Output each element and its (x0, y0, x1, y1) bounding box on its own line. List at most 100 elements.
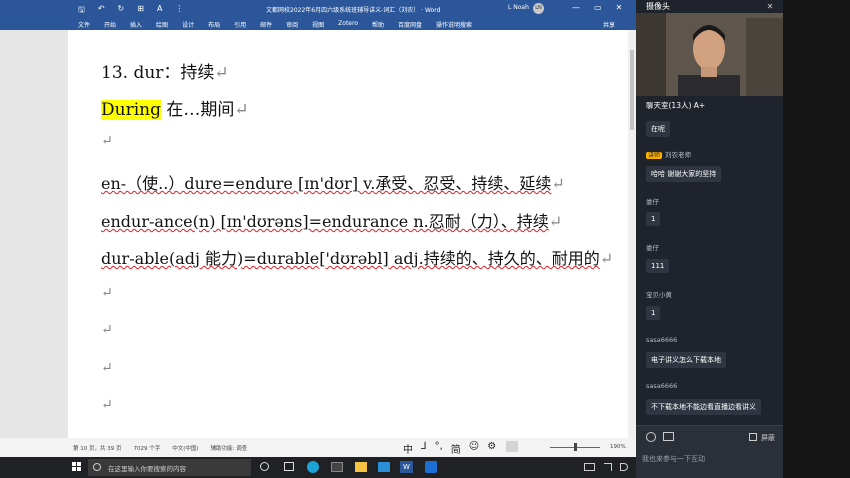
tell-me-search[interactable]: 操作说明搜索 (436, 20, 472, 29)
doc-line-heading: 13. dur：持续↵ (101, 63, 229, 83)
close-icon[interactable]: ✕ (616, 3, 623, 12)
tab-baidu[interactable]: 百度网盘 (398, 20, 422, 29)
windows-start-icon[interactable] (72, 462, 82, 472)
tab-layout[interactable]: 布局 (208, 20, 220, 29)
network-icon[interactable] (604, 463, 612, 471)
document-title: 文都网校2022年6月四六级系统班辅导讲义-词汇（刘农） · Word (266, 7, 441, 14)
word-taskbar-icon[interactable]: W (400, 461, 413, 473)
doc-line-durable: dur-able(adj 能力)=durable['dʊrəbl] adj.持续… (101, 249, 614, 268)
emoji-icon[interactable] (646, 432, 656, 442)
doc-line-empty: ↵ (101, 360, 113, 376)
word-count[interactable]: 7029 个字 (134, 444, 161, 452)
chat-message: 1 (646, 212, 661, 226)
quick-access-toolbar: 🖫 ↶ ↻ ⊞ A ⋮ (78, 4, 183, 18)
window-controls: — ▭ ✕ (572, 3, 622, 12)
tab-view[interactable]: 视图 (312, 20, 324, 29)
cortana-icon[interactable] (260, 462, 269, 471)
chat-message: 不下载本地不能边看直播边看讲义 (646, 399, 761, 415)
language-status[interactable]: 中文(中国) (172, 444, 198, 452)
doc-line-empty: ↵ (101, 285, 113, 301)
chat-message: 哈哈 谢谢大家的坚持 (646, 166, 722, 182)
ime-settings-icon[interactable]: ⚙ (487, 441, 496, 456)
block-checkbox[interactable] (749, 433, 757, 441)
tab-help[interactable]: 帮助 (372, 20, 384, 29)
chat-sender: 娄仔 (646, 244, 659, 252)
ime-chinese-icon[interactable]: 中 (403, 441, 413, 456)
chat-sender: sasa6666 (646, 382, 678, 390)
classroom-app-icon[interactable] (425, 461, 437, 473)
more-icon[interactable]: ⋮ (175, 4, 183, 18)
chat-sender: sasa6666 (646, 336, 678, 344)
taskbar-search-input[interactable]: 在这里输入你要搜索的内容 (88, 459, 251, 476)
image-icon[interactable] (663, 432, 674, 441)
user-name[interactable]: L Noah (508, 4, 529, 11)
teacher-badge: 讲师 (646, 152, 663, 159)
teacher-camera-feed (636, 13, 783, 96)
chat-message: 在呢 (646, 121, 670, 137)
ime-simplified-icon[interactable]: 简 (451, 441, 461, 456)
right-edge-panel (783, 0, 850, 478)
chat-room-header: 聊天室(13人) A+ (646, 101, 706, 110)
volume-icon[interactable] (620, 463, 628, 471)
ribbon-tabs: 文件 开始 插入 绘图 设计 布局 引用 邮件 审阅 视图 Zotero 帮助 … (0, 17, 636, 30)
doc-line-empty: ↵ (101, 322, 113, 338)
accessibility-status[interactable]: 辅助功能: 调查 (211, 444, 248, 452)
camera-panel-title: 摄像头 (646, 2, 670, 11)
ime-emoji-icon[interactable]: ☺ (469, 441, 479, 456)
tab-home[interactable]: 开始 (104, 20, 116, 29)
zoom-slider-knob[interactable] (574, 443, 577, 451)
tab-draw[interactable]: 绘图 (156, 20, 168, 29)
ime-punct-icon[interactable]: °, (435, 441, 443, 456)
undo-icon[interactable]: ↶ (98, 4, 105, 18)
store-icon[interactable] (331, 462, 343, 472)
chat-message: 电子讲义怎么下载本地 (646, 352, 726, 368)
highlighted-word: During (101, 100, 161, 120)
zoom-level[interactable]: 190% (610, 444, 626, 450)
document-page[interactable] (68, 30, 634, 438)
save-icon[interactable]: 🖫 (78, 4, 85, 18)
tab-design[interactable]: 设计 (182, 20, 194, 29)
minimize-icon[interactable]: — (572, 3, 580, 12)
word-window: 🖫 ↶ ↻ ⊞ A ⋮ 文都网校2022年6月四六级系统班辅导讲义-词汇（刘农）… (0, 0, 636, 457)
tab-mailings[interactable]: 邮件 (260, 20, 272, 29)
doc-line-during: During 在…期间↵ (101, 100, 249, 120)
page-count[interactable]: 第 10 页，共 39 页 (73, 444, 122, 452)
search-icon (93, 463, 101, 471)
redo-icon[interactable]: ↻ (118, 4, 125, 18)
doc-line-empty: ↵ (101, 397, 113, 413)
task-view-icon[interactable] (284, 462, 294, 471)
app-icon[interactable] (378, 462, 390, 472)
ime-moon-icon[interactable]: ⅃ (421, 441, 427, 456)
vertical-scrollbar[interactable] (628, 30, 636, 438)
font-icon[interactable]: A (157, 4, 162, 18)
doc-line-endure: en-（使..）dure=endure [ɪn'dʊr] v.承受、忍受、持续、… (101, 174, 565, 193)
edge-icon[interactable] (307, 461, 319, 473)
tab-zotero[interactable]: Zotero (338, 20, 358, 29)
doc-line-endurance: endur-ance(n) [ɪn'dʊrəns]=endurance n.忍耐… (101, 212, 563, 231)
tab-insert[interactable]: 插入 (130, 20, 142, 29)
share-button[interactable]: 共享 (603, 20, 615, 29)
tab-review[interactable]: 审阅 (286, 20, 298, 29)
user-avatar[interactable]: LN (533, 3, 544, 14)
status-bar: 第 10 页，共 39 页 7029 个字 中文(中国) 辅助功能: 调查 中 … (0, 438, 636, 457)
windows-taskbar: 在这里输入你要搜索的内容 W (0, 457, 636, 478)
maximize-icon[interactable]: ▭ (594, 3, 602, 12)
block-label: 屏蔽 (761, 434, 775, 442)
chat-sender: 娄仔 (646, 198, 659, 206)
chat-message: 1 (646, 306, 661, 320)
ime-toolbar: 中 ⅃ °, 简 ☺ ⚙ (403, 441, 496, 456)
keyboard-icon[interactable] (584, 463, 595, 471)
file-explorer-icon[interactable] (355, 462, 367, 472)
tab-file[interactable]: 文件 (78, 20, 90, 29)
tab-references[interactable]: 引用 (234, 20, 246, 29)
font-size-button[interactable]: A+ (694, 101, 705, 110)
chat-input[interactable]: 我也来参与一下互动 (642, 454, 705, 464)
word-titlebar: 🖫 ↶ ↻ ⊞ A ⋮ 文都网校2022年6月四六级系统班辅导讲义-词汇（刘农）… (0, 0, 636, 17)
chat-sender: 宝贝小黄 (646, 291, 672, 299)
camera-close-icon[interactable]: ✕ (765, 1, 775, 11)
chat-message: 111 (646, 259, 670, 273)
doc-line-empty: ↵ (101, 133, 113, 149)
table-icon[interactable]: ⊞ (137, 4, 144, 18)
print-layout-icon[interactable] (506, 441, 518, 452)
scrollbar-thumb[interactable] (630, 50, 634, 130)
